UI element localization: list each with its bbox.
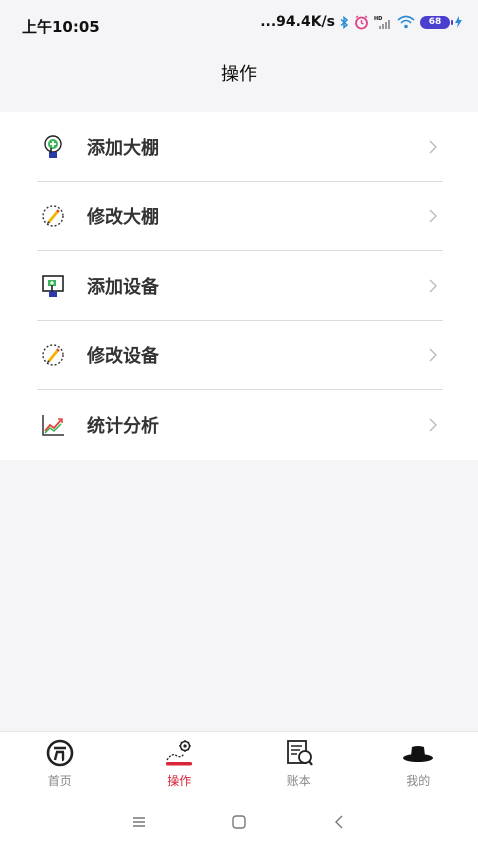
ledger-icon bbox=[286, 740, 313, 766]
svg-text:HD: HD bbox=[374, 16, 382, 22]
status-icons: ...94.4K/s HD 68 bbox=[260, 14, 462, 30]
signal-icon: HD bbox=[374, 16, 390, 29]
tab-ledger[interactable]: 账本 bbox=[239, 732, 359, 793]
menu-item-label: 修改大棚 bbox=[87, 207, 159, 229]
tab-label: 账本 bbox=[286, 774, 311, 788]
status-time: 上午10:05 bbox=[22, 18, 100, 36]
system-nav-bar bbox=[0, 793, 478, 850]
menu-icon[interactable] bbox=[130, 813, 148, 831]
tab-label: 操作 bbox=[167, 774, 192, 788]
bluetooth-icon bbox=[340, 15, 349, 29]
menu-item-label: 添加设备 bbox=[87, 276, 159, 298]
header: 操作 bbox=[0, 50, 478, 100]
home-icon bbox=[46, 739, 74, 767]
tab-label: 我的 bbox=[406, 774, 431, 788]
menu-item-add-greenhouse[interactable]: 添加大棚 bbox=[0, 112, 478, 182]
menu-item-edit-greenhouse[interactable]: 修改大棚 bbox=[0, 182, 478, 251]
chevron-right-icon bbox=[429, 140, 437, 154]
back-icon[interactable] bbox=[330, 813, 348, 831]
home-button-icon[interactable] bbox=[230, 813, 248, 831]
menu-item-edit-device[interactable]: 修改设备 bbox=[0, 321, 478, 390]
tab-label: 首页 bbox=[47, 774, 72, 788]
page-title: 操作 bbox=[221, 64, 257, 85]
edit-greenhouse-icon bbox=[42, 205, 64, 227]
operation-gear-icon bbox=[166, 740, 193, 766]
add-greenhouse-icon bbox=[44, 135, 62, 158]
menu-item-add-device[interactable]: 添加设备 bbox=[0, 251, 478, 321]
menu-item-label: 统计分析 bbox=[87, 415, 159, 437]
statistics-chart-icon bbox=[42, 414, 64, 436]
tab-home[interactable]: 首页 bbox=[0, 732, 120, 793]
operation-menu: 添加大棚 修改大棚 添加设备 修改设备 统计分析 bbox=[0, 112, 478, 460]
menu-item-label: 修改设备 bbox=[87, 346, 159, 368]
chevron-right-icon bbox=[429, 279, 437, 293]
menu-item-label: 添加大棚 bbox=[87, 137, 159, 159]
add-device-icon bbox=[42, 274, 64, 297]
tab-operation[interactable]: 操作 bbox=[120, 732, 240, 793]
profile-hat-icon bbox=[403, 746, 434, 762]
chevron-right-icon bbox=[429, 348, 437, 362]
edit-device-icon bbox=[42, 344, 64, 366]
wifi-icon bbox=[397, 15, 415, 29]
chevron-right-icon bbox=[429, 418, 437, 432]
chevron-right-icon bbox=[429, 209, 437, 223]
charging-bolt-icon bbox=[455, 16, 462, 28]
status-bar: 上午10:05 ...94.4K/s HD 68 bbox=[0, 0, 478, 50]
battery-indicator: 68 bbox=[420, 15, 453, 29]
menu-item-statistics[interactable]: 统计分析 bbox=[0, 390, 478, 460]
bottom-tab-bar: 首页 操作 账本 我的 bbox=[0, 731, 478, 793]
alarm-clock-icon bbox=[355, 14, 368, 29]
network-speed: ...94.4K/s bbox=[260, 14, 335, 30]
tab-profile[interactable]: 我的 bbox=[359, 732, 478, 793]
